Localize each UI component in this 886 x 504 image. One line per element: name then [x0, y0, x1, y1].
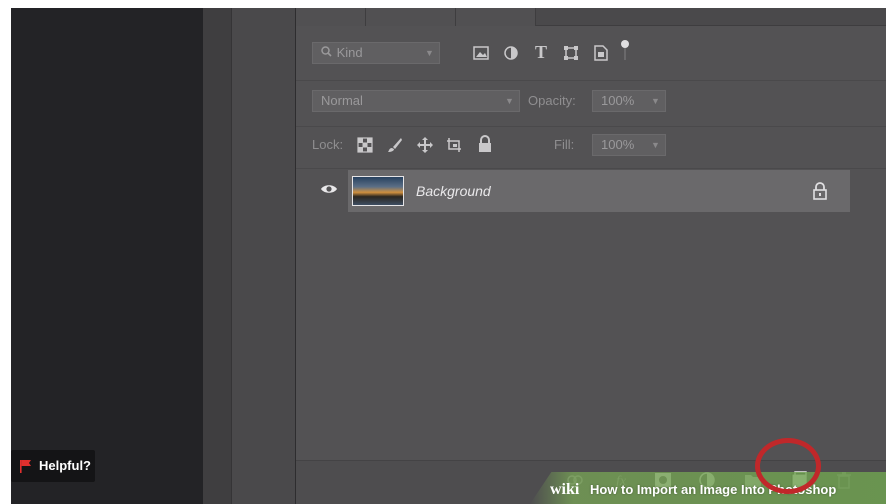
layers-panel: Kind ▼ T Normal ▼ Opacity: 100% ▼ Lock: …: [295, 8, 886, 504]
canvas-edge: [203, 8, 231, 504]
panel-tab[interactable]: [366, 8, 456, 26]
canvas-area: [11, 8, 203, 504]
blend-mode-select[interactable]: Normal ▼: [312, 90, 520, 112]
wikihow-logo: wiki: [550, 481, 580, 498]
shape-filter-icon[interactable]: [562, 44, 580, 62]
panel-tab[interactable]: [296, 8, 366, 26]
layer-filter-kind[interactable]: Kind ▼: [312, 42, 440, 64]
chevron-down-icon: ▼: [505, 96, 514, 106]
chevron-down-icon: ▼: [651, 140, 660, 150]
lock-label: Lock:: [312, 137, 344, 152]
opacity-input[interactable]: 100% ▼: [592, 90, 666, 112]
lock-transparent-pixels-icon[interactable]: [356, 136, 374, 154]
opacity-label: Opacity:: [528, 93, 576, 108]
opacity-value: 100%: [601, 93, 635, 108]
layer-name: Background: [416, 183, 491, 199]
artboard-lock-icon[interactable]: [446, 136, 464, 154]
highlight-circle: [755, 438, 821, 494]
brush-icon[interactable]: [386, 136, 404, 154]
fill-label: Fill:: [554, 137, 575, 152]
blend-mode-value: Normal: [321, 93, 363, 108]
filter-kind-label: Kind: [336, 45, 363, 60]
eye-icon: [320, 182, 338, 200]
divider: [296, 80, 886, 81]
panel-tab-strip: [296, 8, 886, 26]
adjustment-filter-icon[interactable]: [502, 44, 520, 62]
helpful-label: Helpful?: [39, 458, 91, 473]
filter-toggle-icon[interactable]: [618, 38, 632, 62]
lock-all-icon[interactable]: [476, 135, 494, 153]
fill-input[interactable]: 100% ▼: [592, 134, 666, 156]
fill-value: 100%: [601, 137, 635, 152]
chevron-down-icon: ▼: [651, 96, 660, 106]
layer-row-background[interactable]: Background: [348, 170, 850, 212]
type-filter-icon[interactable]: T: [532, 42, 550, 62]
divider: [296, 168, 886, 169]
search-icon: [321, 43, 333, 63]
panel-dock-gutter: [231, 8, 295, 504]
move-icon[interactable]: [416, 136, 434, 154]
image-filter-icon[interactable]: [472, 44, 490, 62]
flag-icon: [19, 459, 33, 473]
panel-tab[interactable]: [456, 8, 536, 26]
layer-visibility-toggle[interactable]: [310, 170, 348, 212]
layer-thumbnail: [352, 176, 404, 206]
chevron-down-icon: ▼: [425, 48, 434, 58]
divider: [296, 126, 886, 127]
lock-icon[interactable]: [812, 182, 830, 200]
screenshot-frame: Kind ▼ T Normal ▼ Opacity: 100% ▼ Lock: …: [11, 8, 886, 504]
smart-object-filter-icon[interactable]: [592, 44, 610, 62]
helpful-button[interactable]: Helpful?: [11, 450, 95, 482]
